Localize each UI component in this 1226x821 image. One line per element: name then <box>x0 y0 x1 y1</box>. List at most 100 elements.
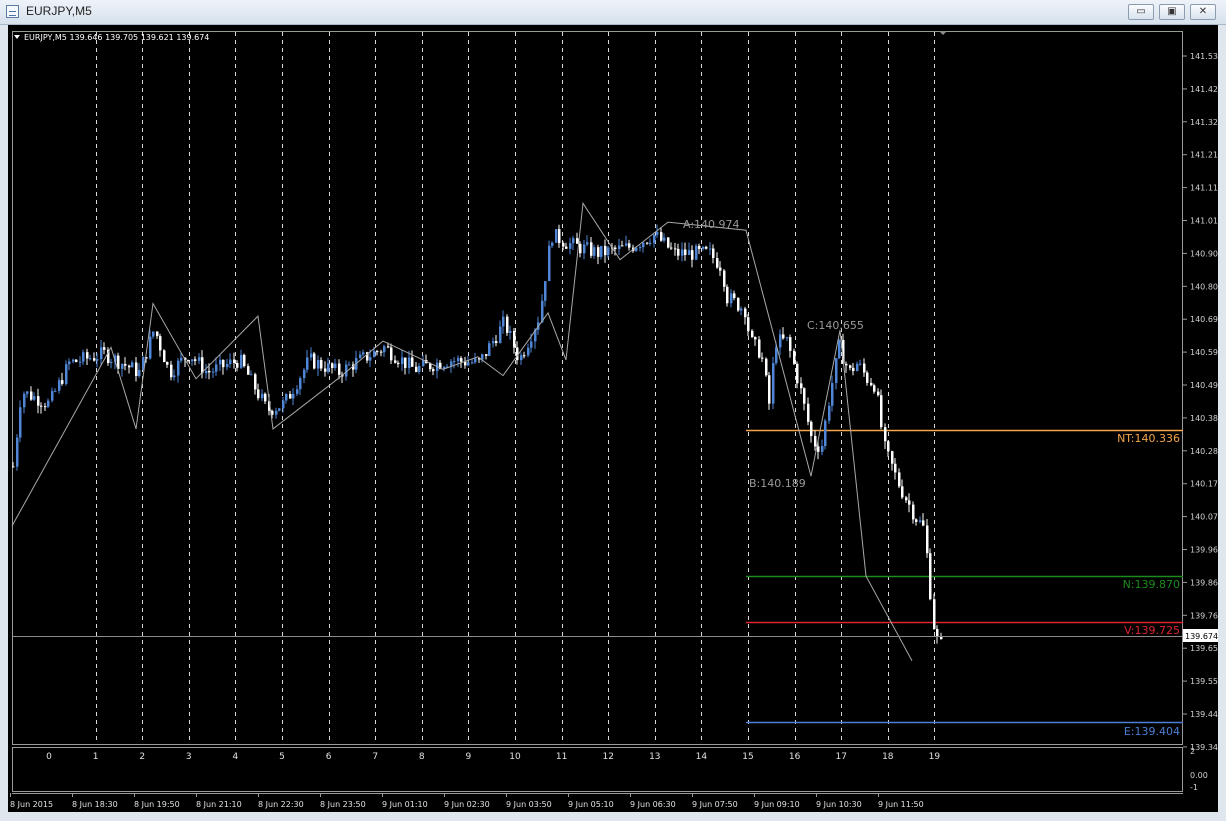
price-chart[interactable]: EURJPY,M5 139.646 139.705 139.621 139.67… <box>8 25 1223 812</box>
bear-candle <box>691 250 694 260</box>
bull-candle <box>681 249 684 256</box>
bull-candle <box>278 408 281 411</box>
bear-candle <box>905 497 908 501</box>
bear-candle <box>761 357 764 359</box>
time-axis-label: 8 Jun 21:10 <box>196 800 242 809</box>
bear-candle <box>236 362 239 368</box>
bull-candle <box>89 358 92 360</box>
bear-candle <box>716 258 719 268</box>
bull-candle <box>607 247 610 256</box>
bull-candle <box>299 378 302 390</box>
bear-candle <box>915 519 918 522</box>
bear-candle <box>898 472 901 487</box>
bull-candle <box>152 331 155 337</box>
bear-candle <box>562 243 565 247</box>
nt-level-label: NT:140.336 <box>1117 432 1180 445</box>
symbol-menu-icon[interactable] <box>14 35 20 39</box>
close-button[interactable]: ✕ <box>1190 4 1216 20</box>
bear-candle <box>646 242 649 244</box>
bear-candle <box>814 436 817 447</box>
bear-candle <box>254 374 257 390</box>
price-tick-label: 139.760 <box>1190 611 1218 620</box>
bear-candle <box>313 353 316 369</box>
bull-candle <box>401 357 404 365</box>
bull-candle <box>282 400 285 409</box>
chart-header: EURJPY,M5 139.646 139.705 139.621 139.67… <box>24 33 209 42</box>
bear-candle <box>464 361 467 366</box>
bear-candle <box>667 237 670 248</box>
bear-candle <box>12 466 15 468</box>
bull-candle <box>180 357 183 361</box>
bear-candle <box>597 247 600 257</box>
bear-candle <box>338 363 341 375</box>
bull-candle <box>740 308 743 311</box>
bear-candle <box>163 350 166 363</box>
annotation-a: A:140.974 <box>683 218 740 231</box>
bull-candle <box>82 352 85 362</box>
bull-candle <box>177 360 180 376</box>
bear-candle <box>415 366 418 372</box>
grid-number-label: 16 <box>789 752 801 762</box>
bull-candle <box>548 245 551 282</box>
bull-candle <box>649 242 652 244</box>
bull-candle <box>702 246 705 249</box>
bull-candle <box>831 382 834 406</box>
bull-candle <box>488 343 491 356</box>
bull-candle <box>474 358 477 363</box>
price-tick-label: 140.590 <box>1190 348 1218 357</box>
minimize-button[interactable]: ▭ <box>1128 4 1154 20</box>
bear-candle <box>737 298 740 311</box>
bull-candle <box>51 391 54 401</box>
bear-candle <box>558 229 561 244</box>
time-axis-label: 9 Jun 07:50 <box>692 800 738 809</box>
bull-candle <box>285 394 288 401</box>
time-axis-label: 9 Jun 11:50 <box>878 800 924 809</box>
bear-candle <box>863 363 866 373</box>
grid-number-label: 11 <box>556 752 567 762</box>
time-axis-label: 9 Jun 02:30 <box>444 800 490 809</box>
bear-candle <box>376 351 379 353</box>
bear-candle <box>264 393 267 402</box>
shift-marker-icon[interactable] <box>939 31 947 35</box>
bear-candle <box>845 363 848 366</box>
bull-candle <box>502 316 505 327</box>
bull-candle <box>131 362 134 368</box>
bear-candle <box>660 232 663 241</box>
bull-candle <box>492 341 495 344</box>
bear-candle <box>698 245 701 249</box>
time-axis-label: 9 Jun 01:10 <box>382 800 428 809</box>
maximize-button[interactable]: ▣ <box>1159 4 1185 20</box>
price-tick-label: 140.175 <box>1190 480 1218 489</box>
price-tick-label: 141.425 <box>1190 85 1218 94</box>
bull-candle <box>656 232 659 235</box>
bear-candle <box>324 368 327 372</box>
bear-candle <box>926 525 929 554</box>
grid-number-label: 5 <box>279 752 285 762</box>
bear-candle <box>768 375 771 404</box>
bull-candle <box>250 374 253 376</box>
bear-candle <box>320 359 323 369</box>
bull-candle <box>551 242 554 246</box>
e-level-label: E:139.404 <box>1124 725 1180 738</box>
bull-candle <box>418 365 421 372</box>
bear-candle <box>933 599 936 630</box>
time-axis-label: 8 Jun 2015 <box>10 800 53 809</box>
bear-candle <box>817 446 820 452</box>
bull-candle <box>544 281 547 301</box>
annotation-b: B:140.189 <box>749 477 806 490</box>
bull-candle <box>593 247 596 256</box>
bear-candle <box>726 286 729 304</box>
bear-candle <box>590 242 593 256</box>
bear-candle <box>170 364 173 378</box>
bull-candle <box>54 390 57 392</box>
bull-candle <box>296 389 299 394</box>
time-axis-label: 9 Jun 10:30 <box>816 800 862 809</box>
bull-candle <box>310 353 313 358</box>
bull-candle <box>23 393 26 408</box>
grid-number-label: 10 <box>509 752 521 762</box>
bear-candle <box>289 394 292 399</box>
bear-candle <box>684 249 687 256</box>
bear-candle <box>40 405 43 407</box>
bear-candle <box>803 388 806 404</box>
chart-canvas[interactable]: EURJPY,M5 139.646 139.705 139.621 139.67… <box>8 25 1223 812</box>
